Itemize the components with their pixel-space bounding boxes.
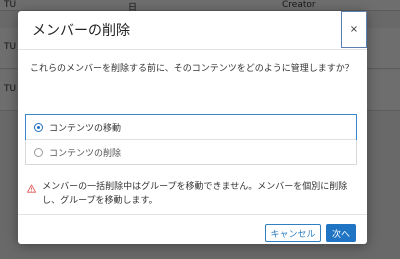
next-button[interactable]: 次へ	[326, 224, 356, 242]
dialog-header: メンバーの削除 ×	[18, 11, 367, 50]
radio-delete-content[interactable]	[34, 147, 43, 157]
dialog-question: これらのメンバーを削除する前に、そのコンテンツをどのように管理しますか？	[30, 64, 354, 74]
cancel-button[interactable]: キャンセル	[265, 224, 321, 242]
dialog-footer: キャンセル 次へ	[18, 214, 367, 244]
warning-text: メンバーの一括削除中はグループを移動できません。メンバーを個別に削除し、グループ…	[42, 182, 348, 206]
option-move-content[interactable]: コンテンツの移動	[25, 114, 357, 140]
warning-message: メンバーの一括削除中はグループを移動できません。メンバーを個別に削除し、グループ…	[27, 180, 361, 208]
radio-move-content[interactable]	[34, 122, 43, 132]
remove-members-dialog: メンバーの削除 × これらのメンバーを削除する前に、そのコンテンツをどのように管…	[18, 11, 367, 244]
option-label: コンテンツの削除	[49, 148, 122, 159]
warning-triangle-icon	[27, 184, 37, 193]
close-icon: ×	[349, 24, 359, 35]
dialog-title: メンバーの削除	[32, 23, 130, 39]
option-label: コンテンツの移動	[49, 123, 122, 134]
close-button[interactable]: ×	[341, 11, 367, 48]
option-delete-content[interactable]: コンテンツの削除	[26, 139, 356, 164]
content-action-options: コンテンツの移動 コンテンツの削除	[25, 114, 357, 165]
